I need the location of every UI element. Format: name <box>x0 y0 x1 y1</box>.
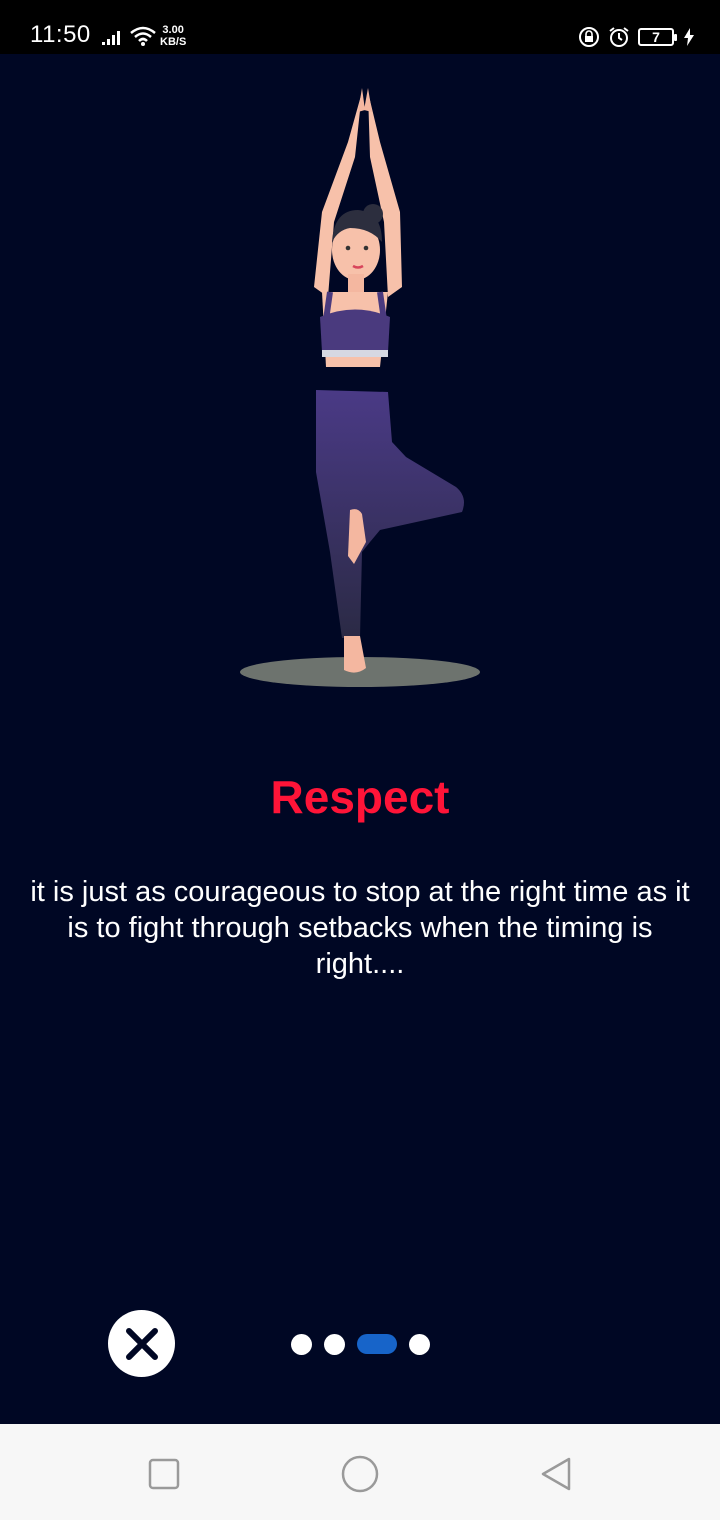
charging-icon <box>684 28 694 46</box>
close-button[interactable] <box>108 1310 175 1377</box>
status-time: 11:50 <box>30 21 91 48</box>
page-dot-1[interactable] <box>291 1333 312 1355</box>
status-bar: 11:50 3.00 KB/S 7 <box>0 0 720 54</box>
page-indicator <box>291 1333 430 1355</box>
speed-unit: KB/S <box>160 36 187 48</box>
close-icon <box>125 1327 158 1360</box>
network-speed: 3.00 KB/S <box>160 24 186 48</box>
page-dot-2[interactable] <box>324 1333 345 1355</box>
recent-apps-button[interactable] <box>144 1454 184 1494</box>
home-button[interactable] <box>340 1454 380 1494</box>
battery-level: 7 <box>652 29 660 45</box>
recent-apps-icon <box>148 1458 180 1490</box>
page-title: Respect <box>270 771 450 823</box>
page-description: it is just as courageous to stop at the … <box>30 876 690 980</box>
status-icons: 7 <box>578 24 694 50</box>
home-icon <box>341 1455 379 1493</box>
back-button[interactable] <box>536 1454 576 1494</box>
page-dot-3-active[interactable] <box>357 1334 397 1354</box>
speed-value: 3.00 <box>162 24 184 36</box>
back-icon <box>541 1457 571 1491</box>
battery-icon: 7 <box>638 28 677 46</box>
yoga-woman-illustration <box>240 88 480 687</box>
alarm-icon <box>609 27 629 47</box>
lock-rotation-icon <box>579 27 599 47</box>
page-dot-4[interactable] <box>409 1333 430 1355</box>
navigation-bar <box>0 1424 720 1520</box>
signal-icon <box>102 31 120 45</box>
wifi-icon <box>130 26 156 46</box>
